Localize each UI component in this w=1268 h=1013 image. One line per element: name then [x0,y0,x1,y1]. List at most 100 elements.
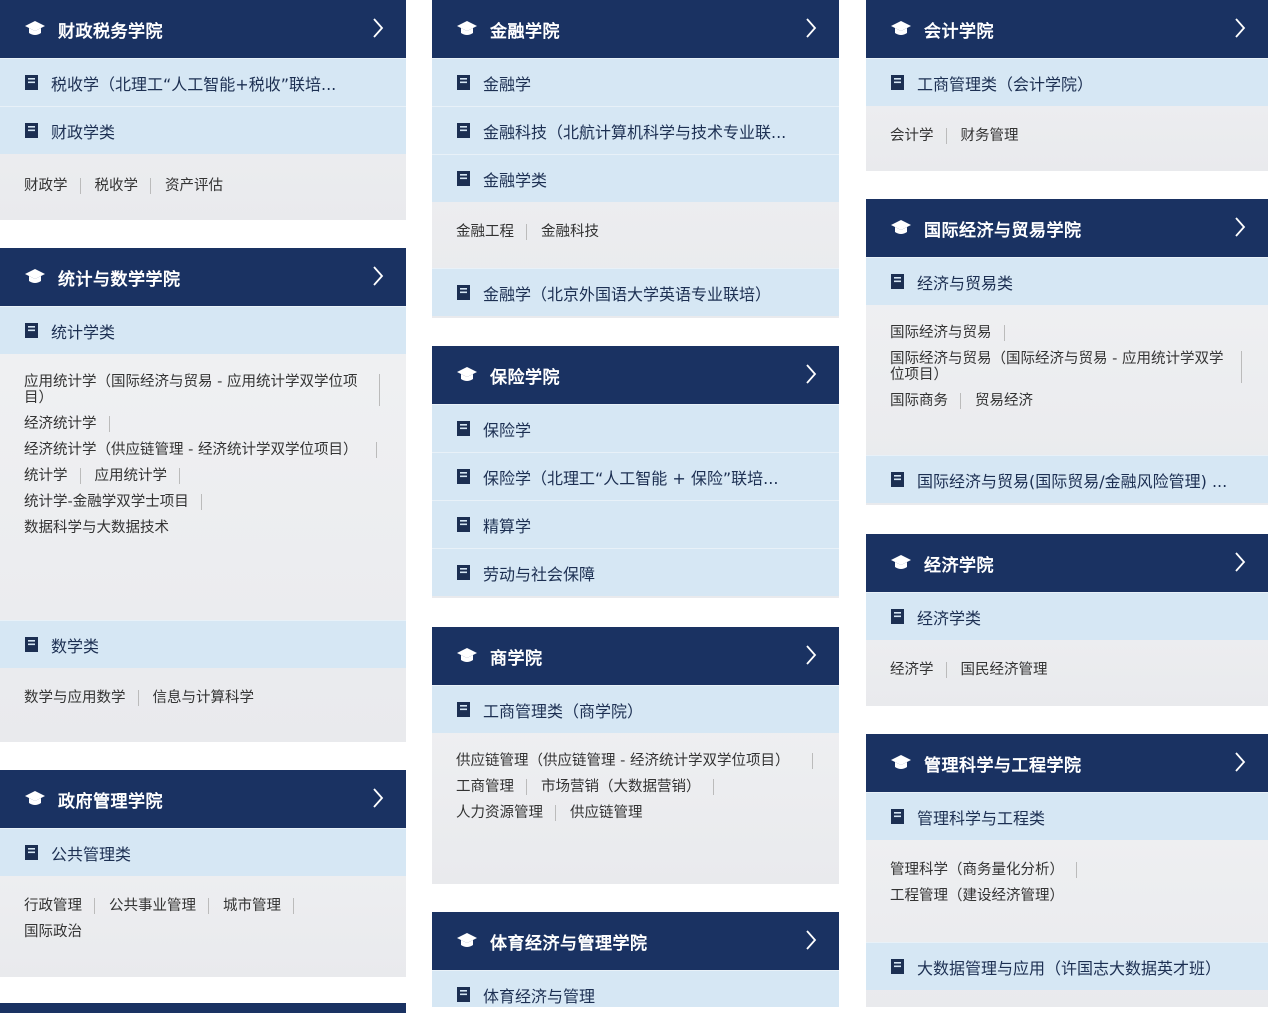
major-item[interactable]: 保险学 [432,404,839,452]
chevron-right-icon[interactable] [805,363,817,385]
book-icon [25,123,38,138]
sub-major-link[interactable]: 国际商务 [890,393,961,409]
sub-major-link[interactable]: 公共事业管理 [109,898,209,914]
college-header[interactable]: 政府管理学院 [0,770,406,828]
major-item[interactable]: 体育经济与管理 [432,970,839,1007]
sub-major-link[interactable]: 行政管理 [24,898,95,914]
sub-major-list: 管理科学（商务量化分析） 工程管理（建设经济管理） [866,840,1268,942]
chevron-right-icon[interactable] [1234,216,1246,238]
major-item[interactable]: 管理科学与工程类 [866,792,1268,840]
college-card-insurance: 保险学院 保险学 保险学（北理工“人工智能 + 保险”联培... 精算学 劳动与… [432,346,839,598]
college-header[interactable]: 财政税务学院 [0,0,406,58]
sub-major-link[interactable]: 经济统计学（供应链管理 - 经济统计学双学位项目） [24,442,377,458]
sub-major-link[interactable]: 资产评估 [165,178,235,194]
sub-major-link[interactable]: 供应链管理 [570,805,655,821]
sub-major-link[interactable]: 会计学 [890,128,947,144]
sub-major-list: 行政管理 公共事业管理 城市管理 国际政治 [0,876,406,960]
chevron-right-icon[interactable] [372,265,384,287]
major-item[interactable]: 劳动与社会保障 [432,548,839,596]
major-item[interactable]: 保险学（北理工“人工智能 + 保险”联培... [432,452,839,500]
graduation-cap-icon [25,269,45,283]
sub-major-link[interactable]: 数据科学与大数据技术 [24,520,181,536]
major-label: 体育经济与管理 [483,986,596,1006]
sub-major-link[interactable]: 国际经济与贸易 [890,325,1005,341]
sub-major-list: 金融工程 金融科技 [432,202,839,268]
sub-major-link[interactable]: 金融科技 [541,224,611,240]
college-header[interactable]: 会计学院 [866,0,1268,58]
sub-major-link[interactable]: 财政学 [24,178,81,194]
sub-major-link[interactable]: 税收学 [95,178,151,194]
sub-major-link[interactable]: 城市管理 [223,898,294,914]
sub-major-link[interactable]: 人力资源管理 [456,805,556,821]
book-icon [457,469,470,484]
sub-major-link[interactable]: 经济统计学 [24,416,110,432]
major-item[interactable]: 财政学类 [0,106,406,154]
college-header[interactable]: 统计与数学学院 [0,248,406,306]
sub-major-link[interactable]: 工商管理 [456,779,527,795]
major-label: 经济学类 [917,608,982,628]
college-title: 商学院 [490,648,543,669]
sub-major-link[interactable]: 信息与计算科学 [153,690,267,706]
sub-major-link[interactable]: 统计学-金融学双学士项目 [24,494,202,510]
sub-major-link[interactable]: 金融工程 [456,224,527,240]
sub-major-link[interactable]: 数学与应用数学 [24,690,139,706]
major-item[interactable]: 税收学（北理工“人工智能+税收”联培... [0,58,406,106]
sub-major-link[interactable]: 市场营销（大数据营销） [541,779,714,795]
major-item[interactable]: 工商管理类（会计学院） [866,58,1268,106]
book-icon [891,472,904,487]
chevron-right-icon[interactable] [805,929,817,951]
sub-major-link[interactable]: 经济学 [890,662,947,678]
chevron-right-icon[interactable] [372,787,384,809]
chevron-right-icon[interactable] [1234,751,1246,773]
college-title: 金融学院 [490,21,560,42]
major-item[interactable]: 金融学 [432,58,839,106]
book-icon [457,987,470,1002]
major-item[interactable]: 工商管理类（商学院） [432,685,839,733]
sub-major-link[interactable]: 贸易经济 [975,393,1045,409]
major-item[interactable]: 数学类 [0,620,406,668]
graduation-cap-icon [891,220,911,234]
sub-major-link[interactable]: 供应链管理（供应链管理 - 经济统计学双学位项目） [456,753,813,769]
sub-major-link[interactable]: 财务管理 [961,128,1031,144]
sub-major-link[interactable]: 国际政治 [24,924,94,940]
major-item[interactable]: 经济与贸易类 [866,257,1268,305]
major-item[interactable]: 金融学类 [432,154,839,202]
major-item[interactable]: 国际经济与贸易(国际贸易/金融风险管理) ... [866,455,1268,503]
chevron-right-icon[interactable] [372,17,384,39]
college-card-business: 商学院 工商管理类（商学院） 供应链管理（供应链管理 - 经济统计学双学位项目）… [432,627,839,884]
major-item[interactable]: 金融学（北京外国语大学英语专业联培） [432,268,839,316]
graduation-cap-icon [891,555,911,569]
sub-major-link[interactable]: 工程管理（建设经济管理） [890,888,1076,904]
college-header[interactable]: 经济学院 [866,534,1268,592]
college-header[interactable]: 商学院 [432,627,839,685]
graduation-cap-icon [891,755,911,769]
chevron-right-icon[interactable] [1234,551,1246,573]
sub-major-link[interactable]: 管理科学（商务量化分析） [890,862,1077,878]
major-label: 金融科技（北航计算机科学与技术专业联... [483,122,787,142]
book-icon [891,809,904,824]
major-label: 经济与贸易类 [917,273,1014,293]
sub-major-link[interactable]: 国际经济与贸易（国际经济与贸易 - 应用统计学双学位项目） [890,351,1242,383]
chevron-right-icon[interactable] [1234,17,1246,39]
college-card-finance: 金融学院 金融学 金融科技（北航计算机科学与技术专业联... 金融学类 金融工程… [432,0,839,318]
major-item[interactable]: 金融科技（北航计算机科学与技术专业联... [432,106,839,154]
major-item[interactable]: 经济学类 [866,592,1268,640]
sub-major-link[interactable]: 应用统计学（国际经济与贸易 - 应用统计学双学位项目） [24,374,380,406]
sub-major-link[interactable]: 统计学 [24,468,81,484]
college-header[interactable]: 国际经济与贸易学院 [866,199,1268,257]
chevron-right-icon[interactable] [805,17,817,39]
college-header[interactable]: 金融学院 [432,0,839,58]
major-item[interactable]: 公共管理类 [0,828,406,876]
college-header[interactable]: 体育经济与管理学院 [432,912,839,970]
college-header[interactable]: 管理科学与工程学院 [866,734,1268,792]
sub-major-link[interactable]: 国民经济管理 [961,662,1060,678]
college-header[interactable]: 保险学院 [432,346,839,404]
major-item[interactable]: 统计学类 [0,306,406,354]
sub-major-link[interactable]: 应用统计学 [95,468,180,484]
book-icon [25,75,38,90]
graduation-cap-icon [457,367,477,381]
chevron-right-icon[interactable] [805,644,817,666]
college-card-management-science: 管理科学与工程学院 管理科学与工程类 管理科学（商务量化分析） 工程管理（建设经… [866,734,1268,1007]
major-item[interactable]: 精算学 [432,500,839,548]
major-item[interactable]: 大数据管理与应用（许国志大数据英才班） [866,942,1268,990]
